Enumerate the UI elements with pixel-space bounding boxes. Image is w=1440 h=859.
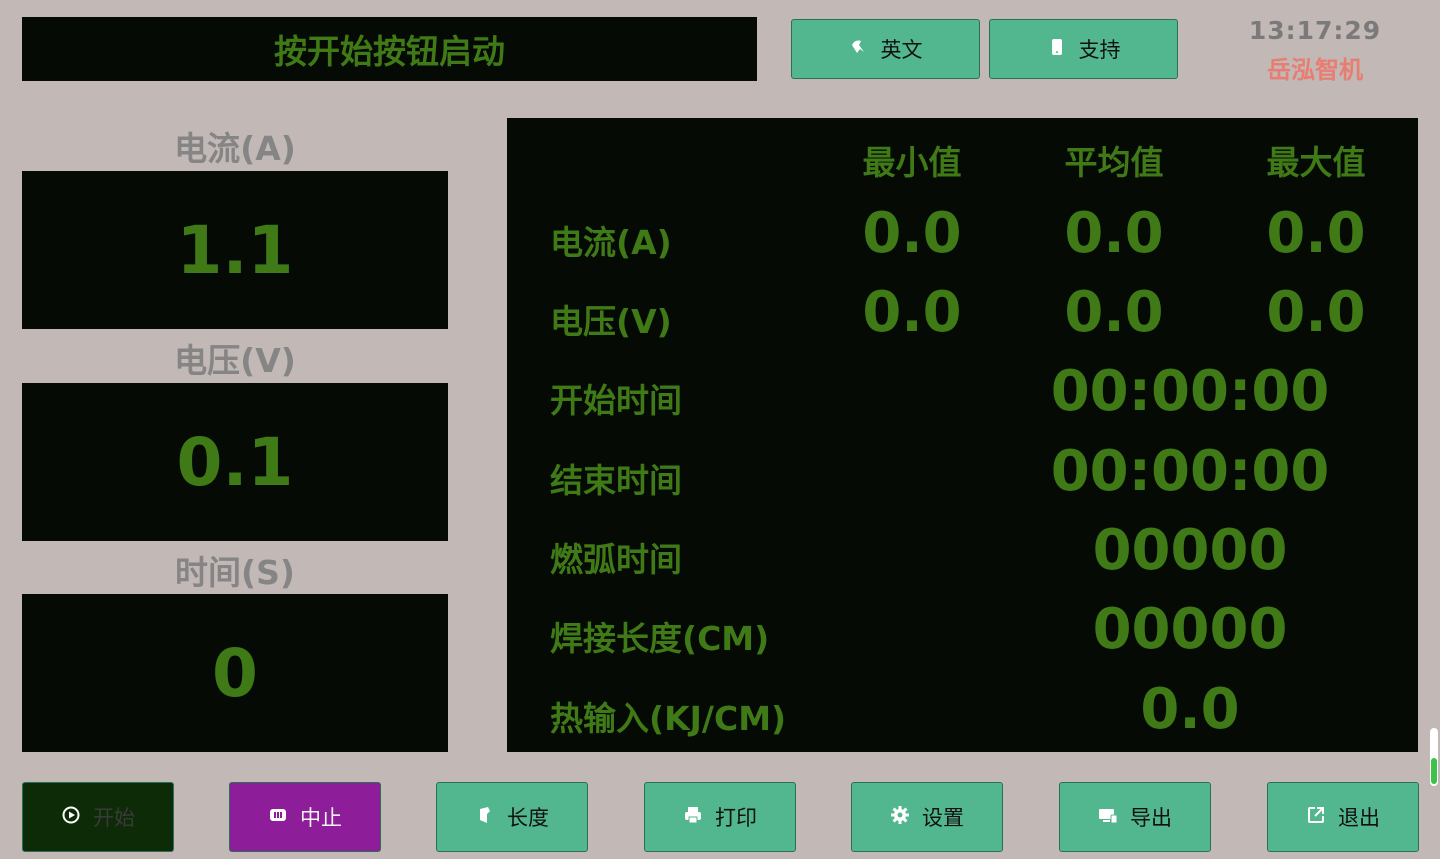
length-button[interactable]: 长度	[436, 782, 588, 852]
play-circle-icon	[61, 805, 81, 830]
print-button[interactable]: 打印	[644, 782, 796, 852]
arc-time-value: 00000	[1092, 518, 1288, 583]
stats-row-voltage-label: 电压(V)	[550, 302, 672, 341]
length-button-label: 长度	[507, 806, 549, 830]
export-icon	[1098, 805, 1118, 830]
exit-button[interactable]: 退出	[1267, 782, 1419, 852]
current-min-value: 0.0	[862, 201, 962, 266]
weld-length-label: 焊接长度(CM)	[550, 619, 770, 658]
current-label: 电流(A)	[174, 129, 296, 168]
current-value: 1.1	[22, 171, 448, 329]
end-time-label: 结束时间	[550, 461, 682, 500]
start-time-label: 开始时间	[550, 381, 682, 420]
clock: 13:17:29	[1248, 16, 1382, 45]
print-button-label: 打印	[715, 806, 757, 830]
column-min: 最小值	[862, 143, 962, 182]
column-max: 最大值	[1266, 143, 1366, 182]
exit-icon	[1306, 805, 1326, 830]
brand-name: 岳泓智机	[1267, 56, 1363, 84]
stop-button[interactable]: 中止	[229, 782, 381, 852]
current-max-value: 0.0	[1266, 201, 1366, 266]
phone-icon	[1047, 37, 1067, 62]
time-label: 时间(S)	[175, 553, 295, 592]
heat-input-label: 热输入(KJ/CM)	[550, 699, 787, 738]
export-button-label: 导出	[1130, 806, 1172, 830]
start-time-value: 00:00:00	[1050, 359, 1330, 424]
pause-icon	[268, 805, 288, 830]
language-button[interactable]: 英文	[791, 19, 980, 79]
voltage-min-value: 0.0	[862, 280, 962, 345]
export-button[interactable]: 导出	[1059, 782, 1211, 852]
voltage-value: 0.1	[22, 383, 448, 541]
current-avg-value: 0.0	[1064, 201, 1164, 266]
arc-time-label: 燃弧时间	[550, 540, 682, 579]
stats-panel: 最小值 平均值 最大值 电流(A) 0.0 0.0 0.0 电压(V) 0.0 …	[507, 118, 1418, 752]
start-button[interactable]: 开始	[22, 782, 174, 852]
gear-icon	[890, 805, 910, 830]
time-value: 0	[22, 594, 448, 752]
column-avg: 平均值	[1064, 143, 1164, 182]
voltage-avg-value: 0.0	[1064, 280, 1164, 345]
printer-icon	[683, 805, 703, 830]
support-button[interactable]: 支持	[989, 19, 1178, 79]
exit-button-label: 退出	[1338, 806, 1380, 830]
ruler-icon	[475, 805, 495, 830]
weld-length-value: 00000	[1092, 597, 1288, 662]
scrollbar-thumb[interactable]	[1431, 758, 1437, 784]
settings-button[interactable]: 设置	[851, 782, 1003, 852]
start-button-label: 开始	[93, 806, 135, 830]
settings-button-label: 设置	[922, 806, 964, 830]
voltage-max-value: 0.0	[1266, 280, 1366, 345]
language-icon	[849, 37, 869, 62]
stats-row-current-label: 电流(A)	[550, 223, 672, 262]
language-button-label: 英文	[880, 38, 923, 62]
status-banner: 按开始按钮启动	[22, 17, 757, 81]
stop-button-label: 中止	[300, 806, 342, 830]
support-button-label: 支持	[1078, 38, 1121, 62]
end-time-value: 00:00:00	[1050, 439, 1330, 504]
heat-input-value: 0.0	[1140, 677, 1240, 742]
voltage-label: 电压(V)	[174, 341, 296, 380]
